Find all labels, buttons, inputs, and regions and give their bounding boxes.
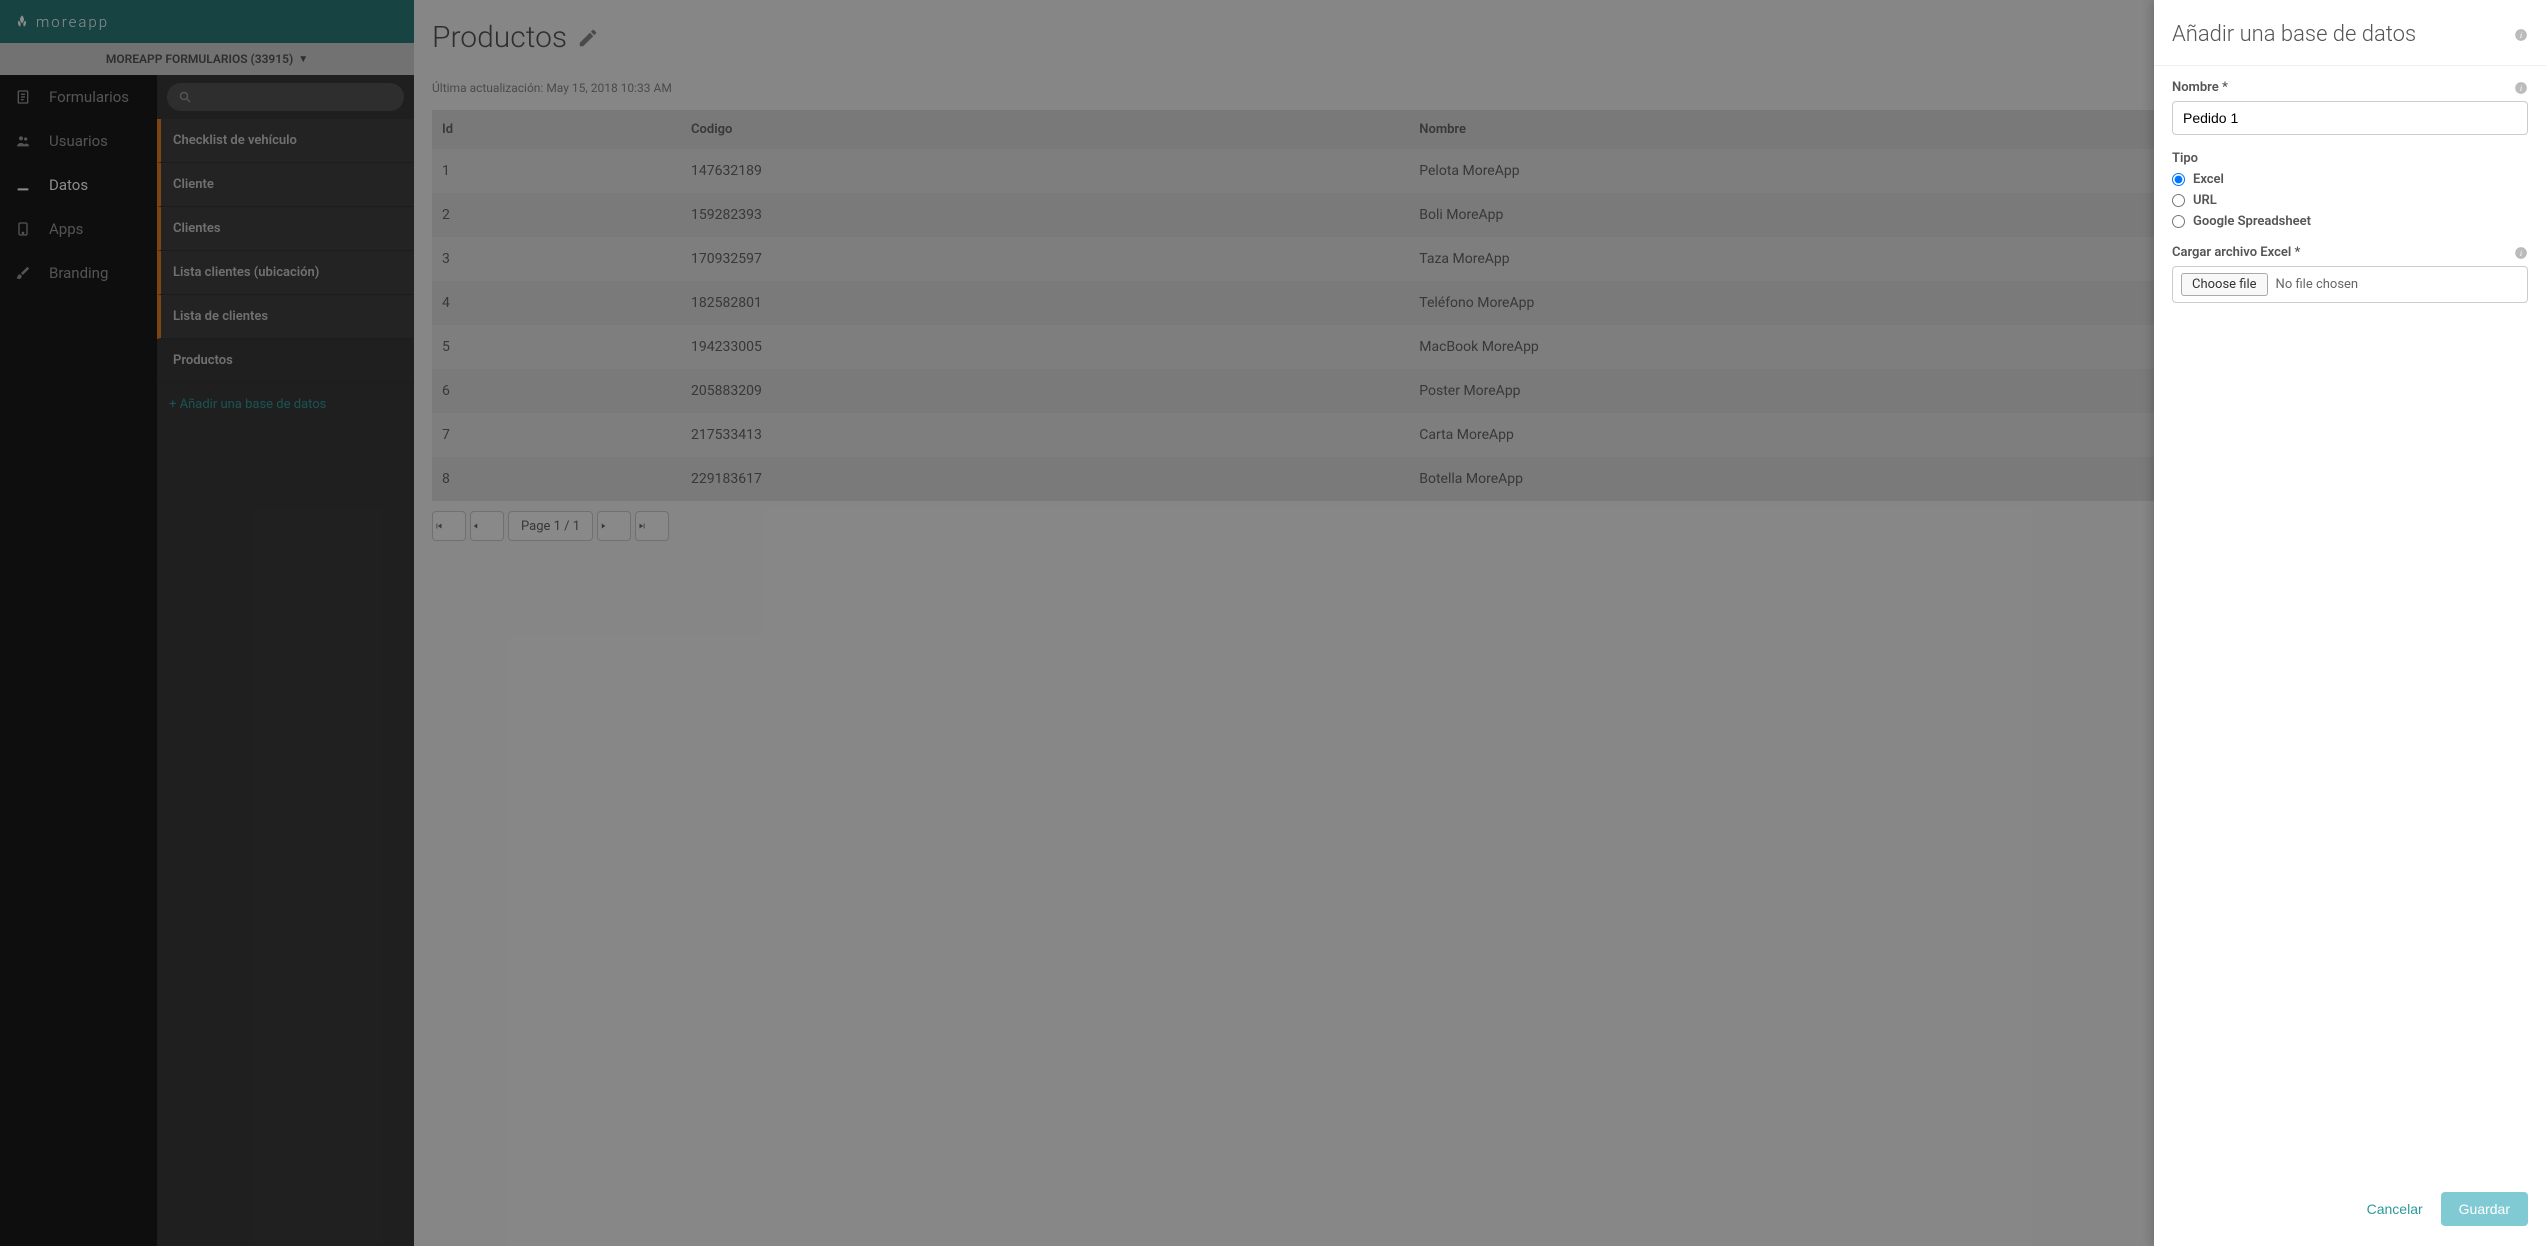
file-status: No file chosen bbox=[2276, 277, 2359, 292]
radio-label: Google Spreadsheet bbox=[2193, 214, 2311, 229]
radio-label: URL bbox=[2193, 193, 2217, 208]
info-icon[interactable]: i bbox=[2514, 81, 2528, 95]
file-input-wrap[interactable]: Choose file No file chosen bbox=[2172, 266, 2528, 303]
radio-label: Excel bbox=[2193, 172, 2224, 187]
add-datasource-panel: Añadir una base de datos i Nombre * i Ti… bbox=[2154, 0, 2546, 1246]
type-option-excel[interactable]: Excel bbox=[2172, 172, 2528, 187]
panel-title: Añadir una base de datos bbox=[2172, 22, 2416, 47]
save-button[interactable]: Guardar bbox=[2441, 1192, 2528, 1226]
type-option-url[interactable]: URL bbox=[2172, 193, 2528, 208]
radio-input[interactable] bbox=[2172, 215, 2185, 228]
name-label: Nombre * bbox=[2172, 80, 2228, 95]
type-option-google-spreadsheet[interactable]: Google Spreadsheet bbox=[2172, 214, 2528, 229]
name-input[interactable] bbox=[2172, 101, 2528, 135]
choose-file-button[interactable]: Choose file bbox=[2181, 273, 2268, 296]
type-label: Tipo bbox=[2172, 151, 2198, 166]
info-icon[interactable]: i bbox=[2514, 28, 2528, 42]
info-icon[interactable]: i bbox=[2514, 246, 2528, 260]
upload-label: Cargar archivo Excel * bbox=[2172, 245, 2300, 260]
radio-input[interactable] bbox=[2172, 173, 2185, 186]
radio-input[interactable] bbox=[2172, 194, 2185, 207]
cancel-button[interactable]: Cancelar bbox=[2357, 1193, 2433, 1225]
